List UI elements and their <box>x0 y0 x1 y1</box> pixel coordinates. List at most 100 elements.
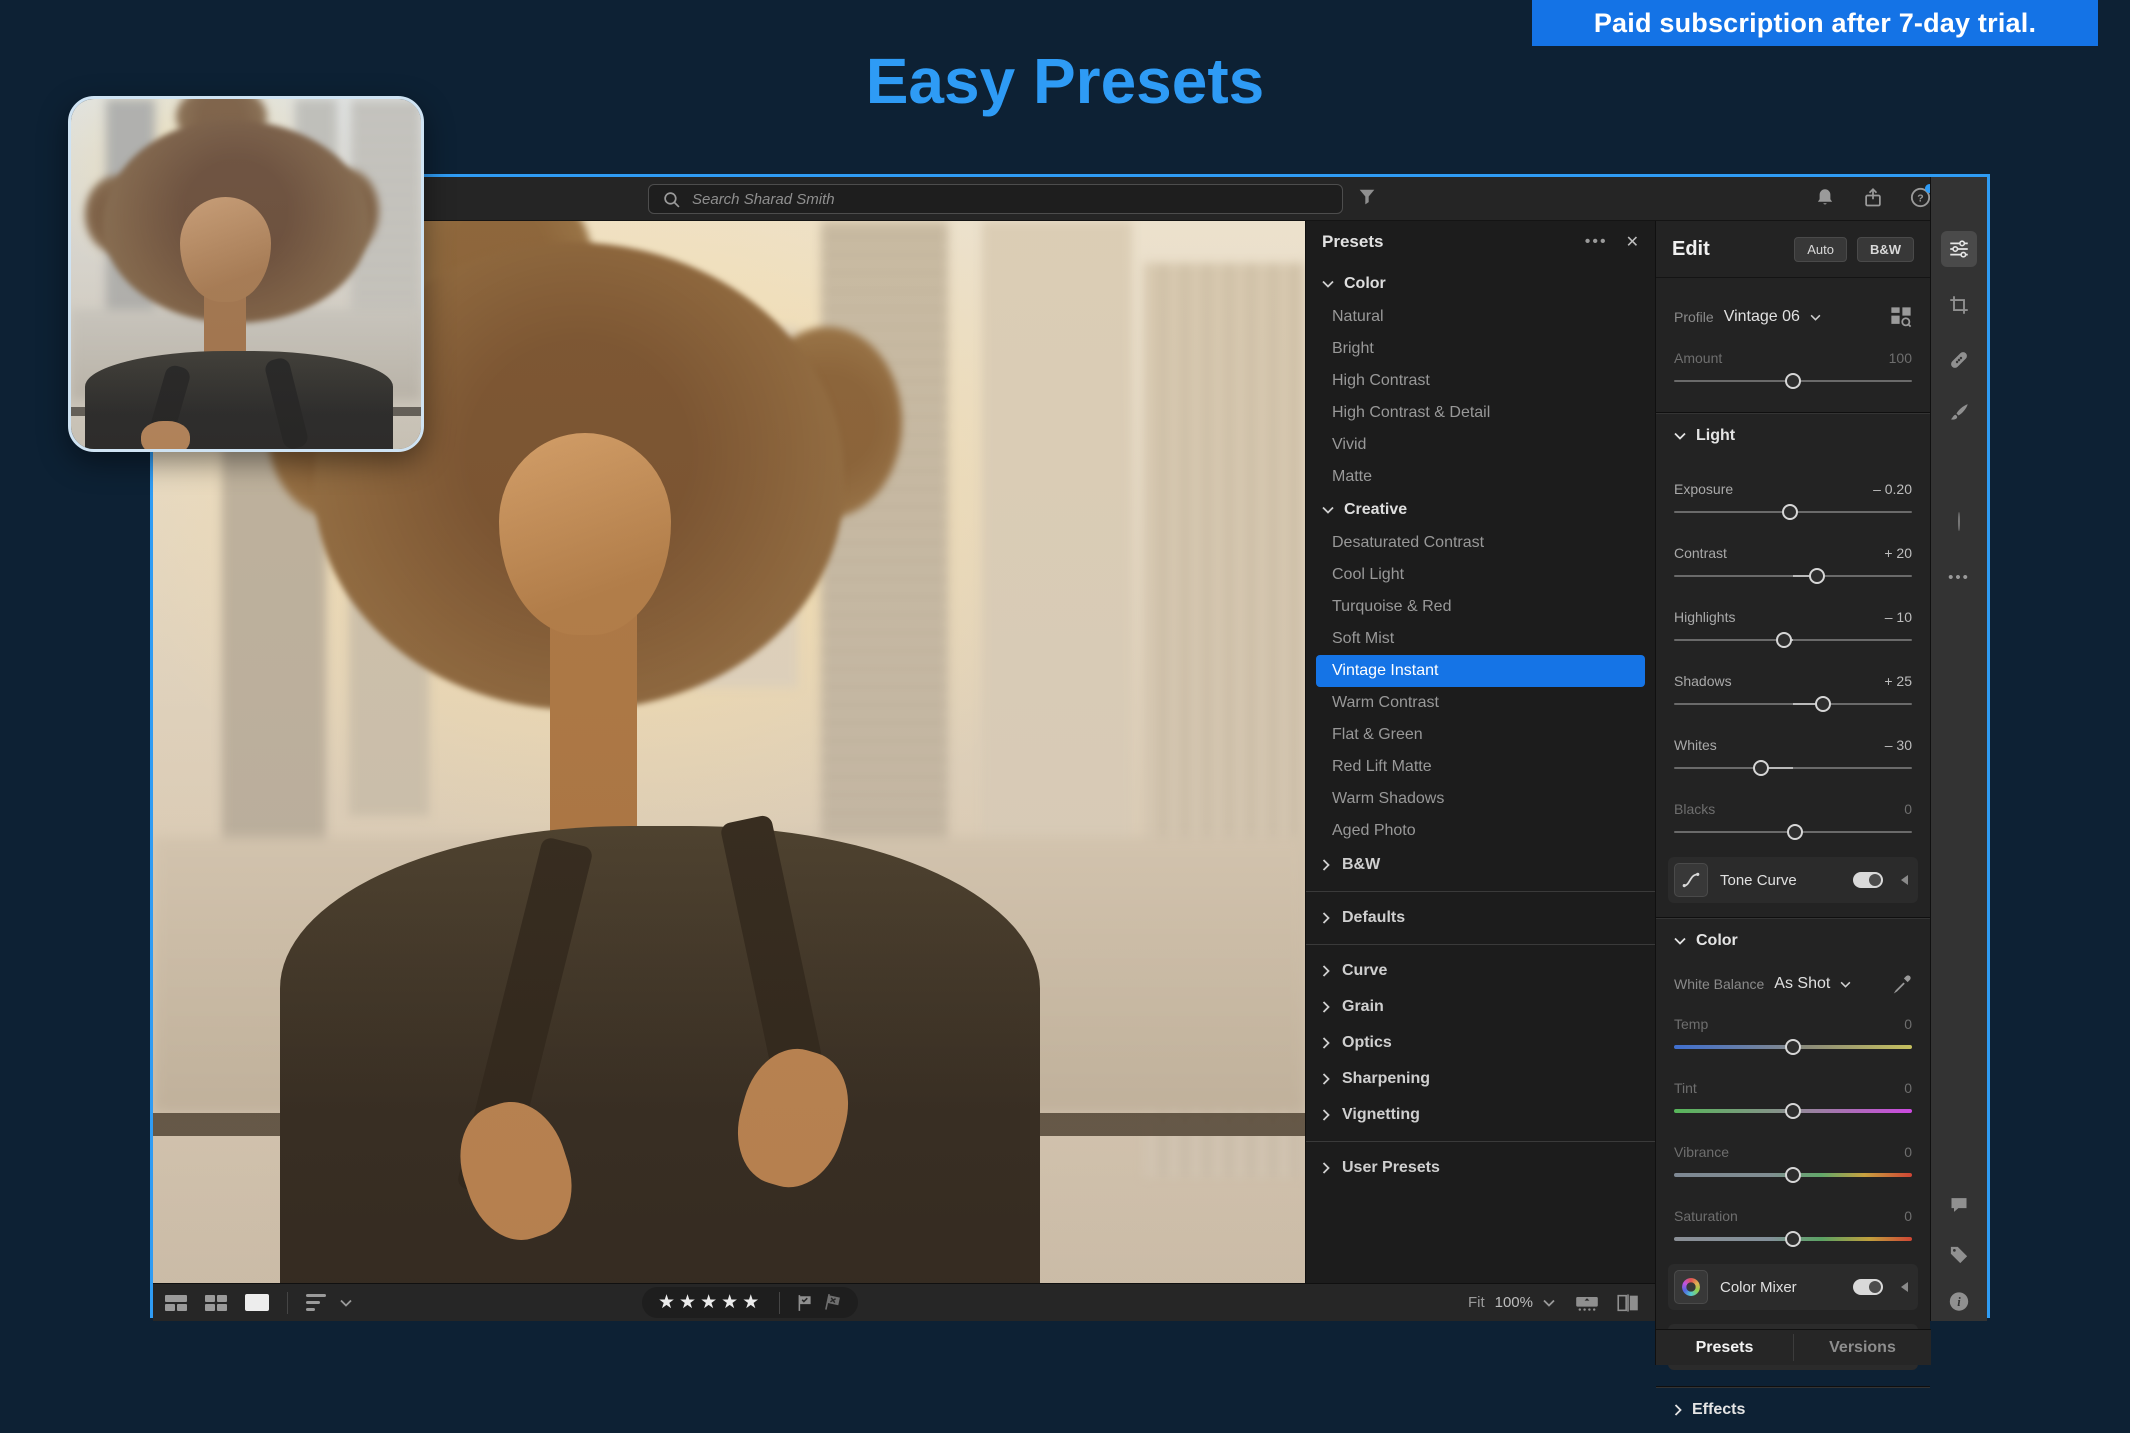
light-section-header[interactable]: Light <box>1656 413 1930 459</box>
more-dots-icon[interactable]: ••• <box>1948 569 1970 586</box>
tag-icon[interactable] <box>1949 1245 1969 1265</box>
slider-knob[interactable] <box>1815 696 1831 712</box>
brush-icon[interactable] <box>1949 403 1969 423</box>
slider-knob[interactable] <box>1785 373 1801 389</box>
tone-curve-row[interactable]: Tone Curve <box>1668 857 1918 903</box>
section-defaults[interactable]: Defaults <box>1306 900 1655 936</box>
star-icon[interactable]: ★ <box>742 1292 763 1313</box>
pick-flag-icon[interactable] <box>796 1294 814 1312</box>
more-options-icon[interactable]: ••• <box>1585 233 1608 251</box>
preset-item[interactable]: High Contrast & Detail <box>1316 397 1645 429</box>
section-sharpening[interactable]: Sharpening <box>1306 1061 1655 1097</box>
grid-view-icon[interactable] <box>205 1295 227 1311</box>
section-color[interactable]: Color <box>1306 267 1655 301</box>
star-icon[interactable]: ★ <box>679 1292 700 1313</box>
preset-item[interactable]: Natural <box>1316 301 1645 333</box>
help-icon[interactable]: ? <box>1910 187 1931 208</box>
highlights-slider[interactable]: Highlights– 10 <box>1674 609 1912 651</box>
section-user-presets[interactable]: User Presets <box>1306 1150 1655 1186</box>
mosaic-view-icon[interactable] <box>165 1295 187 1311</box>
crop-icon[interactable] <box>1949 295 1969 315</box>
zoom-level[interactable]: 100% <box>1495 1294 1533 1311</box>
whites-slider[interactable]: Whites– 30 <box>1674 737 1912 779</box>
bell-icon[interactable] <box>1815 187 1835 209</box>
tab-presets[interactable]: Presets <box>1656 1330 1793 1365</box>
slider-knob[interactable] <box>1785 1103 1801 1119</box>
preset-item[interactable]: Matte <box>1316 461 1645 493</box>
vibrance-slider[interactable]: Vibrance0 <box>1674 1144 1912 1186</box>
chevron-down-icon[interactable] <box>340 1299 352 1307</box>
white-balance-value[interactable]: As Shot <box>1774 975 1830 993</box>
sort-icon[interactable] <box>306 1294 326 1311</box>
preset-item[interactable]: High Contrast <box>1316 365 1645 397</box>
eyedropper-icon[interactable] <box>1892 974 1912 994</box>
collapse-arrow-icon[interactable] <box>1901 1282 1908 1292</box>
saturation-slider[interactable]: Saturation0 <box>1674 1208 1912 1250</box>
chevron-down-icon[interactable] <box>1810 314 1821 321</box>
preset-item[interactable]: Turquoise & Red <box>1316 591 1645 623</box>
chevron-down-icon[interactable] <box>1543 1299 1555 1307</box>
preset-item[interactable]: Cool Light <box>1316 559 1645 591</box>
preset-item[interactable]: Red Lift Matte <box>1316 751 1645 783</box>
tone-curve-icon[interactable] <box>1674 863 1708 897</box>
color-mixer-icon[interactable] <box>1674 1270 1708 1304</box>
blacks-slider[interactable]: Blacks0 <box>1674 801 1912 843</box>
preset-item[interactable]: Soft Mist <box>1316 623 1645 655</box>
search-box[interactable] <box>648 184 1343 214</box>
preset-item[interactable]: Warm Contrast <box>1316 687 1645 719</box>
color-mixer-row[interactable]: Color Mixer <box>1668 1264 1918 1310</box>
slider-knob[interactable] <box>1785 1039 1801 1055</box>
slider-knob[interactable] <box>1753 760 1769 776</box>
close-icon[interactable]: ✕ <box>1626 232 1639 252</box>
color-section-header[interactable]: Color <box>1656 918 1930 964</box>
filmstrip-icon[interactable] <box>1575 1294 1599 1312</box>
contrast-slider[interactable]: Contrast+ 20 <box>1674 545 1912 587</box>
amount-slider[interactable]: Amount 100 <box>1674 350 1912 392</box>
tone-curve-toggle[interactable] <box>1853 872 1883 888</box>
section-optics[interactable]: Optics <box>1306 1025 1655 1061</box>
star-icon[interactable]: ★ <box>721 1292 742 1313</box>
slider-knob[interactable] <box>1785 1167 1801 1183</box>
temp-slider[interactable]: Temp0 <box>1674 1016 1912 1058</box>
profile-value[interactable]: Vintage 06 <box>1724 308 1800 326</box>
section-creative[interactable]: Creative <box>1306 493 1655 527</box>
before-after-icon[interactable] <box>1617 1294 1639 1312</box>
bw-button[interactable]: B&W <box>1857 237 1914 262</box>
slider-knob[interactable] <box>1809 568 1825 584</box>
preset-item-selected[interactable]: Vintage Instant <box>1316 655 1645 687</box>
tab-versions[interactable]: Versions <box>1794 1330 1931 1365</box>
share-icon[interactable] <box>1863 187 1883 209</box>
effects-section-header[interactable]: Effects <box>1656 1387 1930 1433</box>
preset-item[interactable]: Aged Photo <box>1316 815 1645 847</box>
preset-item[interactable]: Warm Shadows <box>1316 783 1645 815</box>
info-icon[interactable]: i <box>1949 1291 1970 1312</box>
slider-knob[interactable] <box>1776 632 1792 648</box>
radial-gradient-icon[interactable] <box>1958 513 1960 531</box>
slider-knob[interactable] <box>1785 1231 1801 1247</box>
preset-item[interactable]: Desaturated Contrast <box>1316 527 1645 559</box>
star-icon[interactable]: ★ <box>700 1292 721 1313</box>
slider-knob[interactable] <box>1782 504 1798 520</box>
section-bw[interactable]: B&W <box>1306 847 1655 883</box>
auto-button[interactable]: Auto <box>1794 237 1847 262</box>
healing-icon[interactable] <box>1948 349 1970 371</box>
color-mixer-toggle[interactable] <box>1853 1279 1883 1295</box>
slider-knob[interactable] <box>1787 824 1803 840</box>
preset-item[interactable]: Flat & Green <box>1316 719 1645 751</box>
star-icon[interactable]: ★ <box>658 1292 679 1313</box>
section-grain[interactable]: Grain <box>1306 989 1655 1025</box>
exposure-slider[interactable]: Exposure– 0.20 <box>1674 481 1912 523</box>
tint-slider[interactable]: Tint0 <box>1674 1080 1912 1122</box>
preset-item[interactable]: Bright <box>1316 333 1645 365</box>
filter-icon[interactable] <box>1358 188 1376 206</box>
browse-profiles-icon[interactable] <box>1890 306 1912 328</box>
reject-flag-icon[interactable] <box>824 1294 842 1312</box>
section-vignetting[interactable]: Vignetting <box>1306 1097 1655 1133</box>
single-view-icon[interactable] <box>245 1294 269 1311</box>
edit-sliders-icon[interactable] <box>1941 231 1977 267</box>
shadows-slider[interactable]: Shadows+ 25 <box>1674 673 1912 715</box>
chevron-down-icon[interactable] <box>1840 981 1851 988</box>
collapse-arrow-icon[interactable] <box>1901 875 1908 885</box>
section-curve[interactable]: Curve <box>1306 953 1655 989</box>
preset-item[interactable]: Vivid <box>1316 429 1645 461</box>
